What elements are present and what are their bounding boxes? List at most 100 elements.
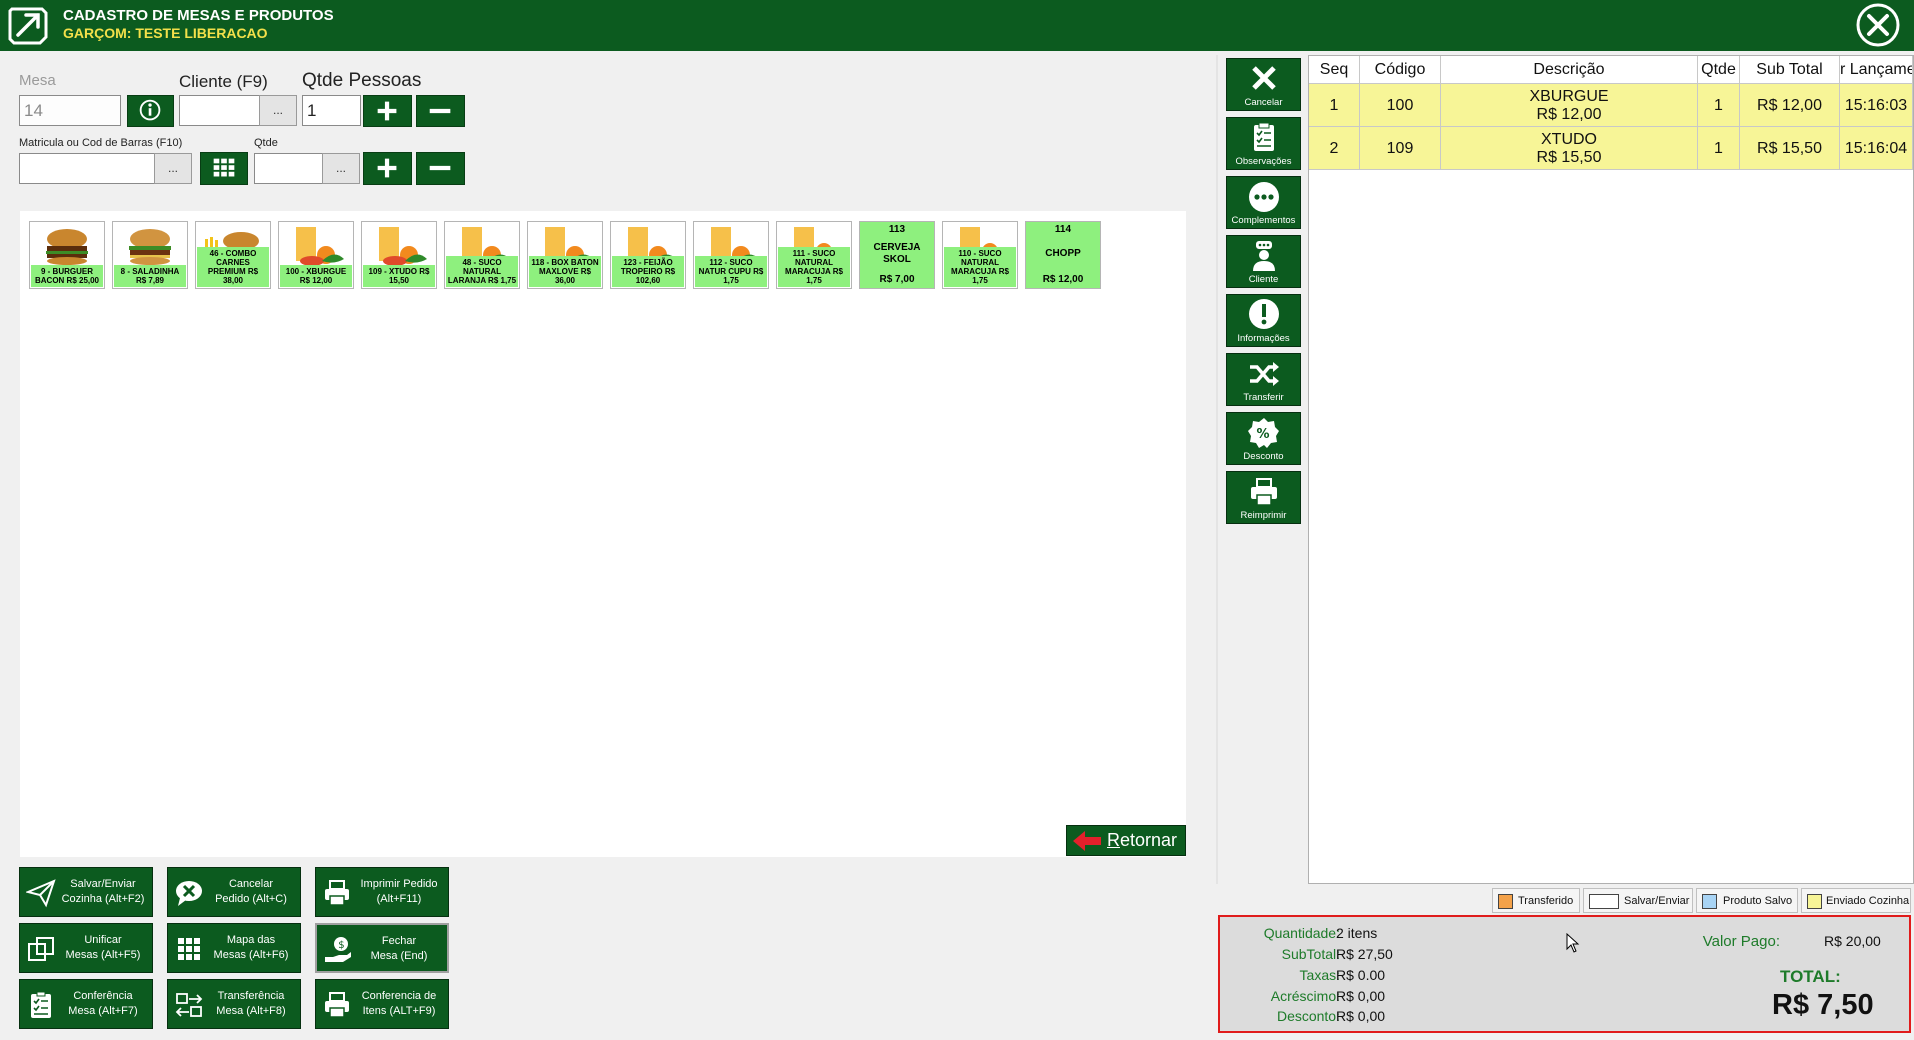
cell-lancamento: 15:16:03 (1840, 84, 1913, 127)
legend-label: Transferido (1518, 895, 1574, 907)
salvar-enviar-cozinha-button[interactable]: Salvar/Enviar Cozinha (Alt+F2) (19, 867, 153, 917)
valor-pago-label: Valor Pago: (1702, 933, 1780, 950)
clipboard-icon (1254, 122, 1274, 151)
col-codigo-header[interactable]: Código (1360, 56, 1441, 84)
product-tile[interactable]: 110 - SUCO NATURAL MARACUJA R$ 1,75 (942, 221, 1018, 289)
conferencia-itens-button[interactable]: Conferencia de Itens (ALT+F9) (315, 979, 449, 1029)
legend-label: Salvar/Enviar (1624, 895, 1690, 907)
imprimir-pedido-button[interactable]: Imprimir Pedido (Alt+F11) (315, 867, 449, 917)
burger-image (129, 229, 171, 265)
legend-swatch (1807, 894, 1822, 909)
mesa-info-button[interactable] (127, 95, 174, 127)
desconto-label: Desconto: (1276, 1008, 1340, 1024)
product-tile[interactable]: 8 - SALADINHA R$ 7,89 (112, 221, 188, 289)
cancelar-pedido-button[interactable]: Cancelar Pedido (Alt+C) (167, 867, 301, 917)
side-cancelar-button[interactable]: Cancelar (1226, 58, 1301, 111)
col-descricao-header[interactable]: Descrição (1441, 56, 1698, 84)
qtde-minus-button[interactable] (416, 152, 465, 185)
legend-label: Enviado Cozinha (1826, 895, 1910, 907)
desconto-value: R$ 0,00 (1336, 1008, 1386, 1024)
col-lancamento-header[interactable]: r Lançamen (1840, 56, 1913, 84)
taxas-label: Taxas: (1299, 967, 1340, 983)
product-tile[interactable]: 112 - SUCO NATUR CUPU R$ 1,75 (693, 221, 769, 289)
title-bar: CADASTRO DE MESAS E PRODUTOS GARÇOM: TES… (0, 0, 1914, 51)
side-desconto-button[interactable]: % Desconto (1226, 412, 1301, 465)
items-grid[interactable]: Seq Código Descrição Qtde Sub Total r La… (1308, 55, 1914, 884)
cell-seq: 1 (1309, 84, 1360, 127)
acrescimo-value: R$ 0,00 (1336, 988, 1386, 1004)
product-tile[interactable]: 123 - FEIJÃO TROPEIRO R$ 102,60 (610, 221, 686, 289)
table-row[interactable]: 2 109 XTUDO R$ 15,50 1 R$ 15,50 15:16:04 (1309, 127, 1913, 170)
product-tile[interactable]: 113 CERVEJA SKOL R$ 7,00 (859, 221, 935, 289)
item-price: R$ 12,00 (1536, 105, 1602, 123)
product-tile[interactable]: 46 - COMBO CARNES PREMIUM R$ 38,00 (195, 221, 271, 289)
product-tile[interactable]: 9 - BURGUER BACON R$ 25,00 (29, 221, 105, 289)
conferencia-mesa-button[interactable]: Conferência Mesa (Alt+F7) (19, 979, 153, 1029)
product-name: CHOPP (1045, 248, 1081, 259)
payment-hand-icon: $ (325, 937, 351, 962)
col-seq-header[interactable]: Seq (1309, 56, 1360, 84)
side-transferir-button[interactable]: Transferir (1226, 353, 1301, 406)
product-tile[interactable]: 114 CHOPP R$ 12,00 (1025, 221, 1101, 289)
product-tile[interactable]: 118 - BOX BATON MAXLOVE R$ 36,00 (527, 221, 603, 289)
item-price: R$ 15,50 (1536, 148, 1602, 166)
unificar-mesas-button[interactable]: Unificar Mesas (Alt+F5) (19, 923, 153, 973)
side-reimprimir-button[interactable]: Reimprimir (1226, 471, 1301, 524)
matricula-lookup-button[interactable]: ... (154, 153, 192, 184)
item-name: XBURGUE (1529, 87, 1609, 105)
printer-icon (325, 880, 349, 906)
legend-transferido: Transferido (1492, 888, 1580, 913)
qtde-pessoas-field[interactable]: 1 (302, 95, 361, 126)
product-caption: 110 - SUCO NATURAL MARACUJA R$ 1,75 (944, 247, 1016, 287)
legend-enviado-cozinha: Enviado Cozinha (1801, 888, 1911, 913)
cancel-chat-icon (176, 881, 202, 906)
col-subtotal-header[interactable]: Sub Total (1740, 56, 1840, 84)
side-observacoes-button[interactable]: Observações (1226, 117, 1301, 170)
qtde-lookup-button[interactable]: ... (322, 153, 360, 184)
side-reimprimir-label: Reimprimir (1240, 510, 1287, 521)
svg-text:$: $ (338, 940, 344, 951)
side-informacoes-button[interactable]: Informações (1226, 294, 1301, 347)
product-grid-button[interactable] (200, 152, 248, 185)
mapa-mesas-button[interactable]: Mapa das Mesas (Alt+F6) (167, 923, 301, 973)
side-complementos-button[interactable]: Complementos (1226, 176, 1301, 229)
product-tile[interactable]: 48 - SUCO NATURAL LARANJA R$ 1,75 (444, 221, 520, 289)
cell-descricao: XBURGUE R$ 12,00 (1441, 84, 1698, 127)
cell-descricao: XTUDO R$ 15,50 (1441, 127, 1698, 170)
pessoas-minus-button[interactable] (416, 95, 465, 127)
mapa-line2: Mesas (Alt+F6) (213, 949, 289, 961)
side-observacoes-label: Observações (1235, 156, 1292, 167)
product-caption: 123 - FEIJÃO TROPEIRO R$ 102,60 (612, 256, 684, 287)
matricula-field[interactable] (19, 153, 155, 184)
subtotal-label: SubTotal: (1281, 946, 1340, 962)
retornar-button[interactable]: Retornar (1066, 825, 1186, 856)
app-window: { "header": { "title": "CADASTRO DE MESA… (0, 0, 1914, 1040)
product-code: 113 (888, 224, 906, 235)
pessoas-plus-button[interactable] (363, 95, 412, 127)
qtde-field[interactable] (254, 153, 324, 184)
product-panel: 9 - BURGUER BACON R$ 25,00 8 - SALADINHA… (20, 211, 1186, 857)
product-tile[interactable]: 109 - XTUDO R$ 15,50 (361, 221, 437, 289)
transferencia-mesa-button[interactable]: Transferência Mesa (Alt+F8) (167, 979, 301, 1029)
arrow-left-icon (1073, 831, 1101, 851)
retornar-label: etornar (1120, 830, 1178, 850)
product-tile[interactable]: 100 - XBURGUE R$ 12,00 (278, 221, 354, 289)
conferencia-mesa-line2: Mesa (Alt+F7) (68, 1005, 138, 1017)
cliente-field[interactable] (179, 95, 260, 126)
conferencia-itens-line1: Conferencia de (361, 990, 437, 1002)
product-caption: 9 - BURGUER BACON R$ 25,00 (31, 265, 103, 287)
col-qtde-header[interactable]: Qtde (1698, 56, 1740, 84)
fechar-mesa-button[interactable]: $ Fechar Mesa (End) (315, 923, 449, 973)
table-row[interactable]: 1 100 XBURGUE R$ 12,00 1 R$ 12,00 15:16:… (1309, 84, 1913, 127)
cell-subtotal: R$ 12,00 (1740, 84, 1840, 127)
mesa-field[interactable]: 14 (19, 95, 121, 126)
close-icon[interactable] (1855, 2, 1901, 48)
minus-icon (429, 108, 451, 114)
product-caption: 118 - BOX BATON MAXLOVE R$ 36,00 (529, 256, 601, 287)
minus-icon (429, 165, 451, 171)
qtde-plus-button[interactable] (363, 152, 412, 185)
cliente-lookup-button[interactable]: ... (259, 95, 297, 126)
side-cliente-button[interactable]: Cliente (1226, 235, 1301, 288)
product-tile[interactable]: 111 - SUCO NATURAL MARACUJA R$ 1,75 (776, 221, 852, 289)
unificar-line2: Mesas (Alt+F5) (65, 949, 141, 961)
